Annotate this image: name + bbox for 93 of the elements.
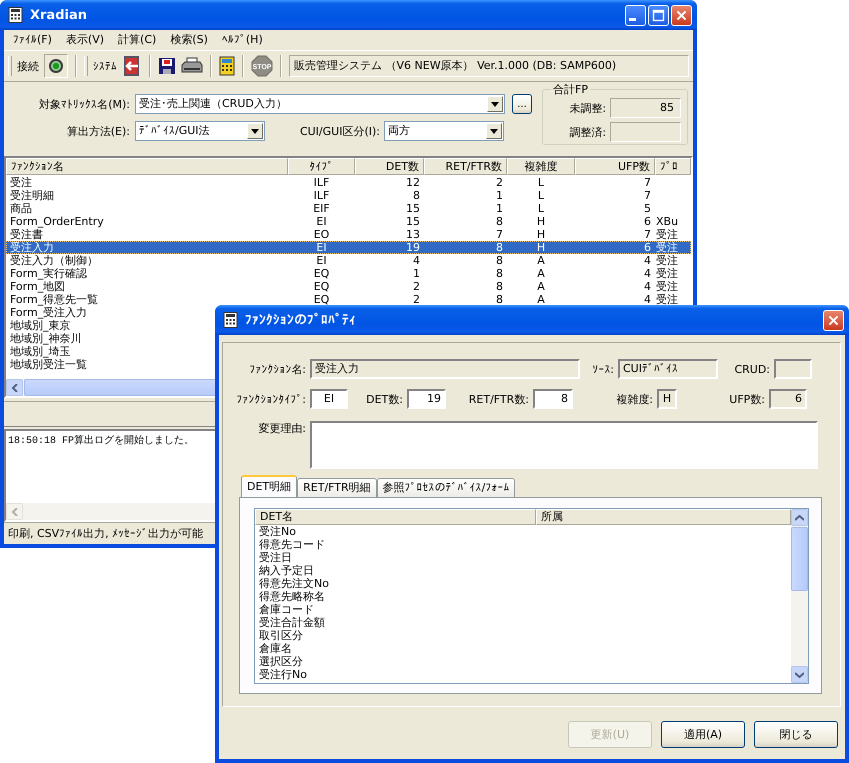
list-row[interactable]: 受注行No xyxy=(255,668,791,681)
input-field: CUIﾃﾞﾊﾞｲｽ xyxy=(618,359,718,379)
column-header[interactable]: RET/FTR数 xyxy=(424,158,507,175)
method-combobox[interactable]: ﾃﾞﾊﾞｲｽ/GUI法 xyxy=(135,121,265,141)
column-header[interactable]: ﾌｧﾝｸｼｮﾝ名 xyxy=(6,158,288,175)
field-label: 複雑度: xyxy=(615,392,654,406)
system-info-field: 販売管理システム （V6 NEW原本） Ver.1.000 (DB: SAMP600) xyxy=(289,55,689,77)
matrix-combobox[interactable]: 受注･売上関連（CRUD入力） xyxy=(135,94,505,114)
minimize-button[interactable] xyxy=(625,4,646,26)
list-row[interactable]: Form_得意先一覧 EQ 2 8 A 4 受注 xyxy=(6,293,691,306)
list-row[interactable]: 受注明細 ILF 8 1 L 7 xyxy=(6,189,691,202)
input-field[interactable]: 19 xyxy=(407,389,446,409)
column-header[interactable]: UFP数 xyxy=(575,158,655,175)
dialog-button[interactable]: 閉じる xyxy=(754,721,838,748)
window-title: Xradian xyxy=(30,8,88,22)
list-row[interactable]: 受注合計金額 xyxy=(255,616,791,629)
list-row[interactable]: 倉庫コード xyxy=(255,603,791,616)
list-row[interactable]: 納入予定日 xyxy=(255,564,791,577)
list-row[interactable]: 受注入力（制御） EI 4 8 A 4 受注 xyxy=(6,254,691,267)
vertical-scrollbar[interactable] xyxy=(791,509,808,683)
exit-icon[interactable] xyxy=(122,55,142,77)
calculator-icon[interactable] xyxy=(219,56,235,76)
column-header[interactable]: DET数 xyxy=(355,158,424,175)
field-label: ｿｰｽ: xyxy=(591,362,615,376)
menu-item[interactable]: 検索(S) xyxy=(163,32,215,46)
method-label: 算出方法(E): xyxy=(66,124,131,138)
list-row[interactable]: 取引区分 xyxy=(255,629,791,642)
tab[interactable]: 参照ﾌﾟﾛｾｽのﾃﾞﾊﾞｲｽ/ﾌｫｰﾑ xyxy=(376,478,516,497)
caret-icon xyxy=(251,128,259,134)
list-row[interactable]: 商品 EIF 15 1 L 5 xyxy=(6,202,691,215)
field-label: 変更理由: xyxy=(257,421,307,436)
column-header[interactable]: 複雑度 xyxy=(507,158,575,175)
list-row[interactable]: 受注書 EO 13 7 H 7 受注 xyxy=(6,228,691,241)
list-row[interactable]: 得意先略称名 xyxy=(255,590,791,603)
connect-label: 接続 xyxy=(17,58,39,74)
list-row[interactable]: 選択区分 xyxy=(255,655,791,668)
maximize-button[interactable] xyxy=(648,4,669,26)
menu-item[interactable]: ﾌｧｲﾙ(F) xyxy=(6,32,59,46)
field-label: CRUD: xyxy=(733,362,771,376)
menu-item[interactable]: 表示(V) xyxy=(58,32,112,46)
close-button[interactable] xyxy=(671,4,692,26)
dropdown-button[interactable] xyxy=(247,123,263,139)
input-field: H xyxy=(657,389,677,409)
field-label: UFP数: xyxy=(728,392,766,406)
field-label: DET数: xyxy=(365,392,404,406)
column-header[interactable]: ﾌﾟﾛ xyxy=(655,158,691,175)
close-button[interactable] xyxy=(823,310,844,330)
adjusted-value xyxy=(610,122,681,142)
input-field: 6 xyxy=(769,389,807,409)
input-field: 受注入力 xyxy=(310,359,580,379)
list-row[interactable]: 受注日 xyxy=(255,551,791,564)
list-row[interactable]: Form_OrderEntry EI 15 8 H 6 XBu xyxy=(6,215,691,228)
caret-icon xyxy=(490,128,498,134)
matrix-label: 対象ﾏﾄﾘｯｸｽ名(M): xyxy=(38,96,131,112)
column-header[interactable]: ﾀｲﾌﾟ xyxy=(288,158,355,175)
dialog-button[interactable]: 適用(A) xyxy=(661,721,745,748)
field-label: RET/FTR数: xyxy=(468,392,530,406)
list-row[interactable]: 受注 ILF 12 2 L 7 xyxy=(6,176,691,189)
field-label: ﾌｧﾝｸｼｮﾝﾀｲﾌﾟ: xyxy=(235,392,307,406)
log-line: 18:50:18 FP算出ログを開始しました。 xyxy=(8,434,196,447)
calculator-icon xyxy=(8,7,24,23)
list-row[interactable]: Form_実行確認 EQ 1 8 A 4 受注 xyxy=(6,267,691,280)
dropdown-button[interactable] xyxy=(486,123,502,139)
field-label: ﾌｧﾝｸｼｮﾝ名: xyxy=(248,362,307,376)
menu-item[interactable]: 計算(C) xyxy=(111,32,164,46)
input-field[interactable]: EI xyxy=(310,389,348,409)
list-row[interactable]: 受注入力 EI 19 8 H 6 受注 xyxy=(6,241,691,254)
dropdown-button[interactable] xyxy=(487,96,503,112)
connection-lamp-icon[interactable] xyxy=(44,54,68,78)
minimize-icon xyxy=(629,18,636,20)
list-row[interactable]: Form_地図 EQ 2 8 A 4 受注 xyxy=(6,280,691,293)
browse-button[interactable]: ... xyxy=(512,94,532,114)
cui-gui-label: CUI/GUI区分(I): xyxy=(298,124,381,138)
calculator-icon xyxy=(223,312,239,328)
tab[interactable]: RET/FTR明細 xyxy=(297,478,377,497)
reason-field[interactable] xyxy=(310,421,818,469)
print-icon[interactable] xyxy=(181,57,203,75)
list-row[interactable]: 得意先注文No xyxy=(255,577,791,590)
adjusted-label: 調整済: xyxy=(568,124,608,140)
save-icon[interactable] xyxy=(158,57,176,75)
tab[interactable]: DET明細 xyxy=(241,475,298,497)
menu-item[interactable]: ﾍﾙﾌﾟ(H) xyxy=(214,32,270,46)
window-title: ﾌｧﾝｸｼｮﾝのﾌﾟﾛﾊﾟﾃｨ xyxy=(245,312,357,328)
system-label: ｼｽﾃﾑ xyxy=(93,60,117,72)
input-field[interactable]: 8 xyxy=(533,389,573,409)
caret-icon xyxy=(491,102,499,106)
unadjusted-label: 未調整: xyxy=(568,100,608,116)
group-title: 合計FP xyxy=(551,82,590,97)
cui-gui-combobox[interactable]: 両方 xyxy=(384,121,504,141)
column-header[interactable]: DET名 xyxy=(255,509,536,525)
list-row[interactable]: 倉庫名 xyxy=(255,642,791,655)
unadjusted-value: 85 xyxy=(610,98,681,118)
column-header[interactable]: 所属 xyxy=(536,509,791,525)
